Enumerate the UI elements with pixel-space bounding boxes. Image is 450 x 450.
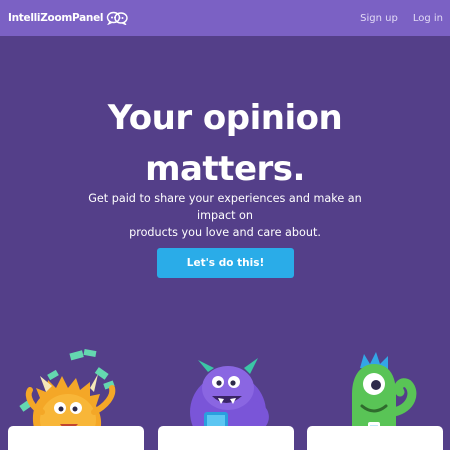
hero-title-line-1: Your opinion (107, 98, 343, 138)
feature-card-1 (8, 426, 144, 450)
nav-links: Sign up Log in (360, 13, 443, 24)
feature-card-3 (307, 426, 443, 450)
hero-subtitle-line-1: Get paid to share your experiences and m… (88, 192, 362, 222)
brand-name: IntelliZoomPanel (8, 12, 104, 24)
hero-subtitle-line-2: products you love and care about. (129, 226, 321, 239)
hero-title: Your opinion matters. (0, 93, 450, 195)
top-navbar: IntelliZoomPanel Sign up Log in (0, 0, 450, 36)
sign-up-link[interactable]: Sign up (360, 13, 398, 24)
log-in-link[interactable]: Log in (413, 13, 443, 24)
hero-title-line-2: matters. (145, 149, 305, 189)
feature-card-2 (158, 426, 294, 450)
cta-button[interactable]: Let's do this! (157, 248, 294, 278)
hero-subtitle: Get paid to share your experiences and m… (75, 190, 375, 241)
chat-bubbles-logo-icon (107, 11, 128, 25)
brand-home-link[interactable]: IntelliZoomPanel (8, 11, 128, 25)
